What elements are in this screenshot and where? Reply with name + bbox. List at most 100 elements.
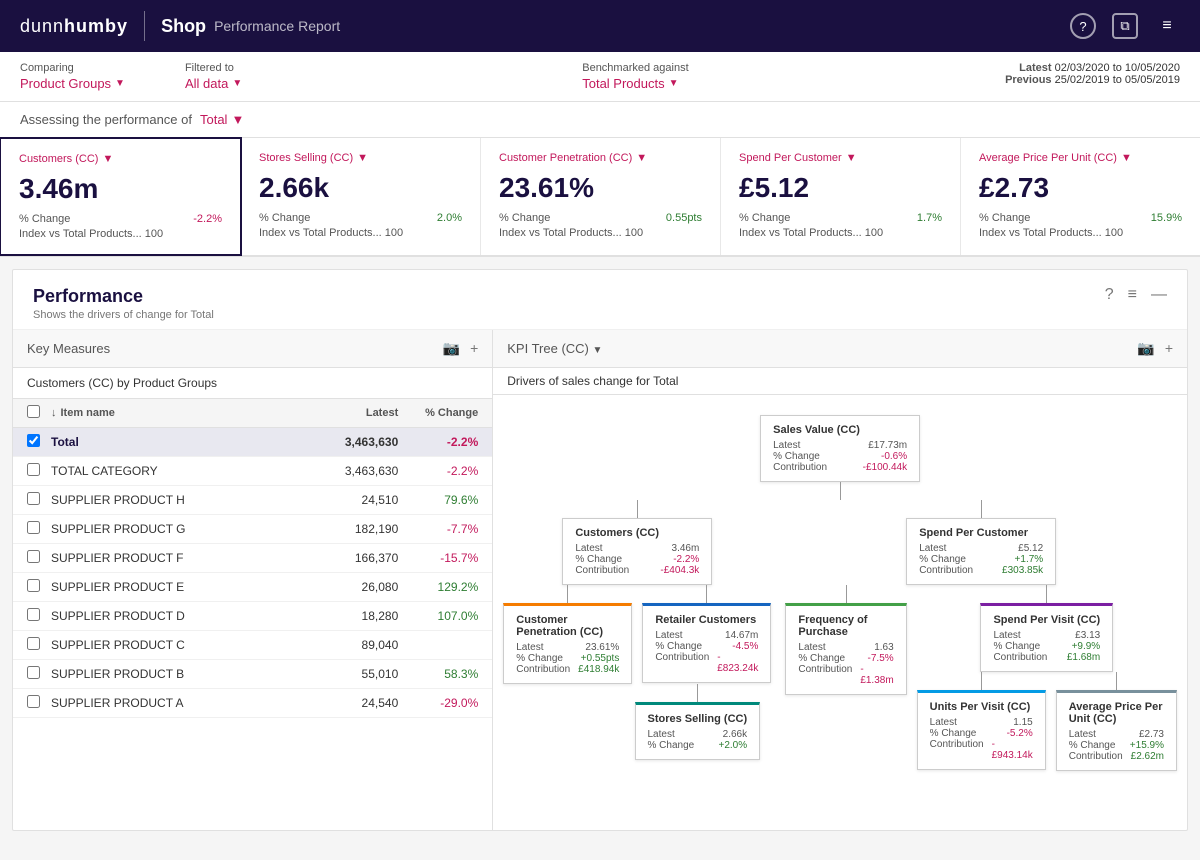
kpi-penetration-title[interactable]: Customer Penetration (CC) ▼ — [499, 152, 702, 164]
table-row[interactable]: SUPPLIER PRODUCT F 166,370 -15.7% — [13, 544, 492, 573]
perf-menu-icon[interactable]: ≡ — [1128, 286, 1137, 304]
tree-node-sales-value[interactable]: Sales Value (CC) Latest£17.73m % Change-… — [760, 415, 920, 482]
comparing-value[interactable]: Product Groups ▼ — [20, 76, 125, 91]
table-row[interactable]: SUPPLIER PRODUCT E 26,080 129.2% — [13, 573, 492, 602]
performance-header: Performance Shows the drivers of change … — [13, 270, 1187, 330]
table-row[interactable]: SUPPLIER PRODUCT H 24,510 79.6% — [13, 486, 492, 515]
kpi-tree-camera-icon[interactable]: 📷 — [1137, 340, 1154, 357]
row-checkbox[interactable] — [27, 492, 40, 505]
filtered-value[interactable]: All data ▼ — [185, 76, 242, 91]
row-checkbox[interactable] — [27, 550, 40, 563]
table-row[interactable]: SUPPLIER PRODUCT B 55,010 58.3% — [13, 660, 492, 689]
perf-help-icon[interactable]: ? — [1105, 286, 1114, 304]
menu-icon[interactable]: ≡ — [1154, 13, 1180, 39]
kpi-card-avg-price[interactable]: Average Price Per Unit (CC) ▼ £2.73 % Ch… — [961, 138, 1200, 255]
add-icon[interactable]: + — [470, 340, 478, 357]
benchmarked-filter: Benchmarked against Total Products ▼ — [582, 62, 688, 91]
row-name: SUPPLIER PRODUCT A — [51, 696, 308, 710]
row-checkbox[interactable] — [27, 666, 40, 679]
kpi-tree-arrow-icon: ▼ — [593, 345, 603, 356]
data-table: Total 3,463,630 -2.2% TOTAL CATEGORY 3,4… — [13, 428, 492, 830]
kpi-avg-price-title[interactable]: Average Price Per Unit (CC) ▼ — [979, 152, 1182, 164]
kpi-customers-title[interactable]: Customers (CC) ▼ — [19, 153, 222, 165]
kpi-spend-index: Index vs Total Products... 100 — [739, 227, 942, 239]
row-name: SUPPLIER PRODUCT E — [51, 580, 308, 594]
sales-value-change: % Change-0.6% — [773, 451, 907, 462]
tree-node-retailer-customers[interactable]: Retailer Customers Latest14.67m % Change… — [642, 603, 771, 683]
checkbox-all[interactable] — [27, 405, 40, 418]
row-checkbox[interactable] — [27, 579, 40, 592]
kpi-card-stores[interactable]: Stores Selling (CC) ▼ 2.66k % Change 2.0… — [241, 138, 481, 255]
comparing-filter: Comparing Product Groups ▼ — [20, 62, 125, 91]
spend-latest: Latest£5.12 — [919, 543, 1043, 554]
row-checkbox[interactable] — [27, 521, 40, 534]
help-icon[interactable]: ? — [1070, 13, 1096, 39]
kpi-card-customers[interactable]: Customers (CC) ▼ 3.46m % Change -2.2% In… — [0, 137, 242, 256]
tree-node-stores-selling[interactable]: Stores Selling (CC) Latest2.66k % Change… — [635, 702, 761, 760]
tree-node-spend-per-customer[interactable]: Spend Per Customer Latest£5.12 % Change+… — [906, 518, 1056, 585]
tree-node-spend-per-visit[interactable]: Spend Per Visit (CC) Latest£3.13 % Chang… — [980, 603, 1113, 672]
kpi-tree-title[interactable]: KPI Tree (CC) ▼ — [507, 341, 1137, 356]
stores-latest: Latest2.66k — [648, 729, 748, 740]
tree-node-frequency[interactable]: Frequency of Purchase Latest1.63 % Chang… — [785, 603, 906, 695]
spend-change: % Change+1.7% — [919, 554, 1043, 565]
row-change: 79.6% — [398, 493, 478, 507]
performance-body: Key Measures 📷 + Customers (CC) by Produ… — [13, 330, 1187, 830]
kpi-spend-title[interactable]: Spend Per Customer ▼ — [739, 152, 942, 164]
kpi-avg-price-value: £2.73 — [979, 172, 1182, 204]
camera-icon[interactable]: 📷 — [443, 340, 460, 357]
table-row[interactable]: SUPPLIER PRODUCT A 24,540 -29.0% — [13, 689, 492, 718]
filtered-filter: Filtered to All data ▼ — [185, 62, 242, 91]
header-divider — [144, 11, 145, 41]
filtered-arrow-icon: ▼ — [232, 78, 242, 89]
benchmarked-value[interactable]: Total Products ▼ — [582, 76, 688, 91]
kpi-customers-index: Index vs Total Products... 100 — [19, 228, 222, 240]
table-row[interactable]: SUPPLIER PRODUCT G 182,190 -7.7% — [13, 515, 492, 544]
row-name: SUPPLIER PRODUCT C — [51, 638, 308, 652]
tree-node-customer-penetration[interactable]: Customer Penetration (CC) Latest23.61% %… — [503, 603, 632, 684]
perf-collapse-icon[interactable]: — — [1151, 286, 1167, 304]
tree-node-customers[interactable]: Customers (CC) Latest3.46m % Change-2.2%… — [562, 518, 712, 585]
benchmarked-arrow-icon: ▼ — [669, 78, 679, 89]
row-checkbox[interactable] — [27, 608, 40, 621]
filter-bar: Comparing Product Groups ▼ Filtered to A… — [0, 52, 1200, 102]
kpi-spend-value: £5.12 — [739, 172, 942, 204]
table-row[interactable]: SUPPLIER PRODUCT C 89,040 — [13, 631, 492, 660]
key-measures-icons: 📷 + — [443, 340, 479, 357]
tree-node-units-per-visit[interactable]: Units Per Visit (CC) Latest1.15 % Change… — [917, 690, 1046, 770]
penetration-change: % Change+0.55pts — [516, 653, 619, 664]
kpi-tree-area: Sales Value (CC) Latest£17.73m % Change-… — [493, 395, 1187, 830]
kpi-tree-add-icon[interactable]: + — [1165, 340, 1173, 357]
kpi-stores-change: % Change 2.0% — [259, 212, 462, 224]
table-row[interactable]: TOTAL CATEGORY 3,463,630 -2.2% — [13, 457, 492, 486]
kpi-card-spend[interactable]: Spend Per Customer ▼ £5.12 % Change 1.7%… — [721, 138, 961, 255]
kpi-tree-icons: 📷 + — [1137, 340, 1173, 357]
kpi-stores-title[interactable]: Stores Selling (CC) ▼ — [259, 152, 462, 164]
kpi-avg-price-index: Index vs Total Products... 100 — [979, 227, 1182, 239]
row-latest: 24,540 — [308, 696, 398, 710]
app-title-shop: Shop — [161, 16, 206, 37]
row-checkbox[interactable] — [27, 637, 40, 650]
table-row[interactable]: SUPPLIER PRODUCT D 18,280 107.0% — [13, 602, 492, 631]
row-name: SUPPLIER PRODUCT D — [51, 609, 308, 623]
row-latest: 24,510 — [308, 493, 398, 507]
window-icon[interactable]: ⧉ — [1112, 13, 1138, 39]
row-change: 58.3% — [398, 667, 478, 681]
penetration-contribution: Contribution£418.94k — [516, 664, 619, 675]
row-checkbox[interactable] — [27, 434, 40, 447]
row-name: Total — [51, 435, 308, 449]
row-latest: 55,010 — [308, 667, 398, 681]
row-change: -2.2% — [398, 435, 478, 449]
row-change: -15.7% — [398, 551, 478, 565]
table-row[interactable]: Total 3,463,630 -2.2% — [13, 428, 492, 457]
upv-latest: Latest1.15 — [930, 717, 1033, 728]
customers-latest: Latest3.46m — [575, 543, 699, 554]
kpi-card-penetration[interactable]: Customer Penetration (CC) ▼ 23.61% % Cha… — [481, 138, 721, 255]
tree-node-avg-price-unit[interactable]: Average Price Per Unit (CC) Latest£2.73 … — [1056, 690, 1177, 771]
upv-contribution: Contribution-£943.14k — [930, 739, 1033, 761]
comparing-label: Comparing — [20, 62, 125, 74]
row-checkbox[interactable] — [27, 695, 40, 708]
row-checkbox[interactable] — [27, 463, 40, 476]
assessing-value[interactable]: Total ▼ — [200, 112, 244, 127]
kpi-spend-arrow-icon: ▼ — [846, 152, 857, 164]
